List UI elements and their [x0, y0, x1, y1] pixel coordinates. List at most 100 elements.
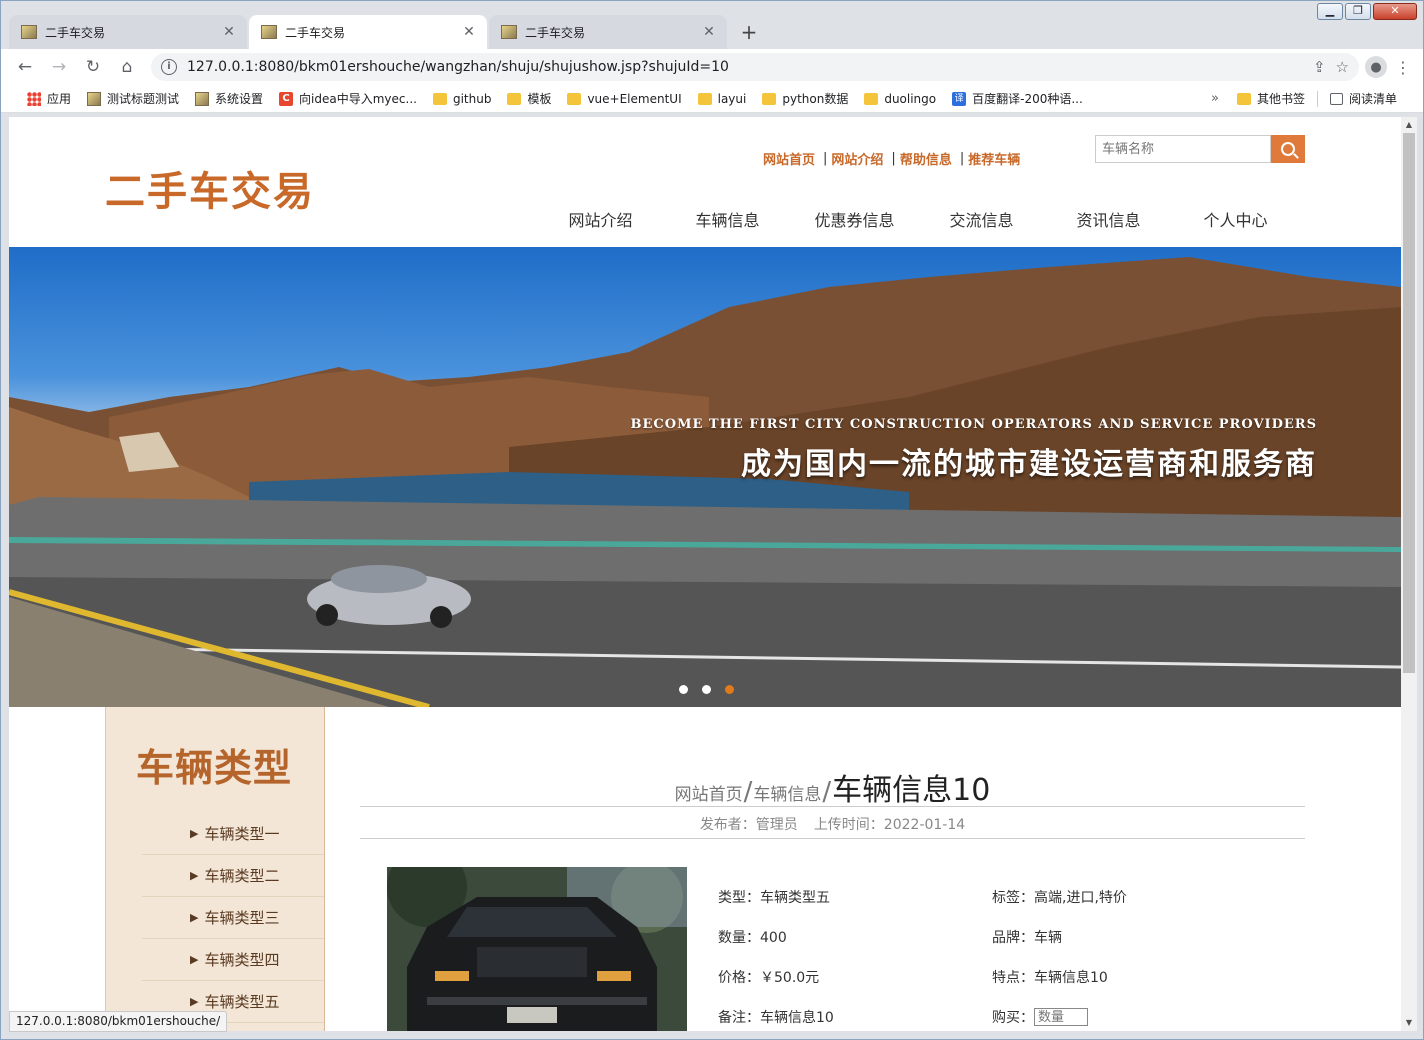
carousel-dot-1[interactable]: [679, 685, 688, 694]
bookmark-item[interactable]: 测试标题测试: [79, 87, 187, 111]
nav-vehicles[interactable]: 车辆信息: [664, 207, 791, 231]
breadcrumb: 网站首页/车辆信息/车辆信息10: [360, 765, 1305, 808]
scrollbar-thumb[interactable]: [1403, 133, 1415, 673]
bookmark-star-icon[interactable]: ☆: [1336, 58, 1349, 76]
folder-icon: [697, 92, 712, 105]
forward-arrow-icon[interactable]: →: [45, 53, 73, 81]
tab-close-icon[interactable]: ✕: [221, 24, 237, 40]
page-scrollbar[interactable]: ▲ ▼: [1401, 117, 1417, 1031]
toplink-about[interactable]: 网站介绍: [831, 149, 883, 168]
bookmark-item[interactable]: C 向idea中导入myec...: [271, 87, 425, 111]
bookmark-item[interactable]: 应用: [19, 87, 79, 111]
chevron-right-icon: ▶: [190, 869, 199, 882]
url-text[interactable]: 127.0.0.1:8080/bkm01ershouche/wangzhan/s…: [187, 59, 1303, 75]
page-viewport: 二手车交易 网站首页 | 网站介绍 | 帮助信息 | 推荐车辆 网站介绍 车辆信…: [9, 117, 1401, 1031]
tab-title: 二手车交易: [45, 25, 106, 40]
nav-user-center[interactable]: 个人中心: [1172, 207, 1299, 231]
search-icon: [1281, 142, 1295, 156]
csdn-icon: C: [279, 91, 294, 106]
browser-tab[interactable]: 二手车交易 ✕: [9, 15, 247, 49]
detail-buy: 购买：: [992, 997, 1266, 1031]
site-logo[interactable]: 二手车交易: [105, 159, 315, 217]
site-header: 二手车交易 网站首页 | 网站介绍 | 帮助信息 | 推荐车辆 网站介绍 车辆信…: [9, 117, 1401, 247]
share-icon[interactable]: ⇪: [1313, 58, 1326, 76]
category-sidebar: 车辆类型 ▶ 车辆类型一 ▶ 车辆类型二 ▶ 车辆类型三 ▶ 车辆类型四 ▶ 车辆类型五: [105, 707, 325, 1031]
minimize-button[interactable]: ▁: [1317, 3, 1343, 20]
sidebar-item-type-4[interactable]: ▶ 车辆类型四: [142, 939, 324, 981]
sidebar-item-type-2[interactable]: ▶ 车辆类型二: [142, 855, 324, 897]
tab-close-icon[interactable]: ✕: [701, 24, 717, 40]
translate-icon: 译: [952, 91, 967, 106]
page-title: 车辆信息10: [832, 773, 991, 808]
bookmark-folder[interactable]: 模板: [499, 87, 559, 111]
browser-menu-icon[interactable]: ⋮: [1393, 58, 1413, 77]
site-search: [1095, 135, 1305, 163]
main-nav: 网站介绍 车辆信息 优惠券信息 交流信息 资讯信息 个人中心: [537, 207, 1299, 231]
sidebar-item-type-3[interactable]: ▶ 车辆类型三: [142, 897, 324, 939]
reading-list-icon: [1329, 92, 1343, 105]
scroll-down-arrow-icon[interactable]: ▼: [1401, 1015, 1417, 1031]
bookmark-folder[interactable]: python数据: [754, 87, 856, 111]
favicon-icon: [261, 25, 277, 39]
tab-title: 二手车交易: [285, 25, 346, 40]
bookmark-folder[interactable]: github: [425, 87, 499, 111]
breadcrumb-home[interactable]: 网站首页: [675, 785, 743, 805]
chevron-right-icon: ▶: [190, 911, 199, 924]
bookmark-folder[interactable]: layui: [690, 87, 755, 111]
nav-about[interactable]: 网站介绍: [537, 207, 664, 231]
buy-quantity-input[interactable]: [1034, 1008, 1088, 1026]
content-area: 车辆类型 ▶ 车辆类型一 ▶ 车辆类型二 ▶ 车辆类型三 ▶ 车辆类型四 ▶ 车辆类型五 …: [9, 707, 1401, 1031]
carousel-dot-3-active[interactable]: [725, 685, 734, 694]
bookmark-folder[interactable]: vue+ElementUI: [559, 87, 689, 111]
detail-tags: 标签：高端,进口,特价: [992, 890, 1127, 906]
back-arrow-icon[interactable]: ←: [11, 53, 39, 81]
folder-icon: [432, 92, 447, 105]
folder-icon: [864, 92, 879, 105]
page-icon: [87, 91, 102, 106]
address-bar[interactable]: i 127.0.0.1:8080/bkm01ershouche/wangzhan…: [151, 53, 1359, 81]
favicon-icon: [501, 25, 517, 39]
window-close-button[interactable]: ✕: [1373, 3, 1417, 20]
maximize-button[interactable]: ❐: [1345, 3, 1371, 20]
detail-feature: 特点：车辆信息10: [992, 970, 1108, 986]
other-bookmarks-folder[interactable]: 其他书签: [1229, 87, 1313, 111]
chevron-right-icon: ▶: [190, 995, 199, 1008]
browser-window: ▁ ❐ ✕ 二手车交易 ✕ 二手车交易 ✕ 二手车交易 ✕ + ← → ↻ ⌂ …: [0, 0, 1424, 1040]
home-icon[interactable]: ⌂: [113, 53, 141, 81]
tab-strip: 二手车交易 ✕ 二手车交易 ✕ 二手车交易 ✕ +: [9, 13, 763, 49]
buy-label: 购买：: [992, 1010, 1034, 1026]
bookmarks-overflow-button[interactable]: »: [1201, 91, 1229, 106]
browser-tab[interactable]: 二手车交易 ✕: [489, 15, 727, 49]
site-info-icon[interactable]: i: [161, 59, 177, 75]
profile-avatar-icon[interactable]: ●: [1365, 56, 1387, 78]
toplink-recommended[interactable]: 推荐车辆: [968, 149, 1020, 168]
tab-close-icon[interactable]: ✕: [461, 24, 477, 40]
breadcrumb-section[interactable]: 车辆信息: [753, 785, 821, 805]
chevron-right-icon: ▶: [190, 827, 199, 840]
nav-news[interactable]: 资讯信息: [1045, 207, 1172, 231]
bookmark-folder[interactable]: duolingo: [856, 87, 944, 111]
bookmark-item[interactable]: 译百度翻译-200种语...: [944, 87, 1091, 111]
sidebar-title: 车辆类型: [136, 746, 293, 790]
nav-forum[interactable]: 交流信息: [918, 207, 1045, 231]
browser-tab-active[interactable]: 二手车交易 ✕: [249, 15, 487, 49]
post-meta: 发布者：管理员 上传时间：2022-01-14: [360, 807, 1305, 839]
banner-english-slogan: BECOME THE FIRST CITY CONSTRUCTION OPERA…: [630, 417, 1317, 432]
toplink-help[interactable]: 帮助信息: [900, 149, 952, 168]
nav-coupons[interactable]: 优惠券信息: [791, 207, 918, 231]
new-tab-button[interactable]: +: [735, 18, 763, 46]
reading-list-button[interactable]: 阅读清单: [1322, 87, 1405, 111]
carousel-dot-2[interactable]: [702, 685, 711, 694]
bookmark-item[interactable]: 系统设置: [187, 87, 271, 111]
chevron-right-icon: ▶: [190, 953, 199, 966]
sidebar-item-type-1[interactable]: ▶ 车辆类型一: [142, 813, 324, 855]
toplink-home[interactable]: 网站首页: [763, 149, 815, 168]
scroll-up-arrow-icon[interactable]: ▲: [1401, 117, 1417, 133]
reload-icon[interactable]: ↻: [79, 53, 107, 81]
search-button[interactable]: [1271, 135, 1305, 163]
banner-chinese-slogan: 成为国内一流的城市建设运营商和服务商: [741, 447, 1317, 482]
page-icon: [195, 91, 210, 106]
apps-icon: [27, 91, 41, 106]
search-input[interactable]: [1095, 135, 1271, 163]
status-url-bubble: 127.0.0.1:8080/bkm01ershouche/: [9, 1011, 228, 1032]
